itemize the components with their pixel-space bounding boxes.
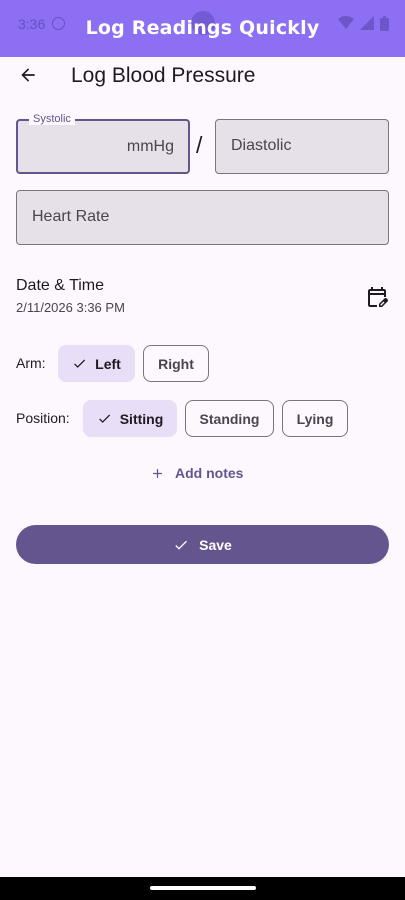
edit-date-time-button[interactable] xyxy=(364,284,390,310)
plus-icon xyxy=(153,468,162,478)
heart-rate-label: Heart Rate xyxy=(32,208,110,225)
banner-title: Log Readings Quickly xyxy=(85,17,320,39)
save-label: Save xyxy=(199,536,232,553)
date-time-label: Date & Time xyxy=(16,277,105,294)
top-banner: 3:36 Log Readings Quickly xyxy=(0,0,405,57)
arm-chip-left[interactable]: Left xyxy=(58,345,135,382)
check-icon xyxy=(175,540,188,550)
arrow-back-icon xyxy=(21,68,35,82)
position-chip-lying-label: Lying xyxy=(296,410,334,427)
home-gesture-handle[interactable] xyxy=(150,886,256,890)
diastolic-label: Diastolic xyxy=(231,137,292,154)
position-chip-sitting-label: Sitting xyxy=(119,410,164,427)
position-chip-standing[interactable]: Standing xyxy=(185,400,274,437)
check-icon xyxy=(72,356,87,371)
add-notes-label: Add notes xyxy=(175,465,244,481)
position-label: Position: xyxy=(16,410,70,426)
check-icon xyxy=(97,411,112,426)
pressure-separator: / xyxy=(196,132,203,158)
arm-chip-right[interactable]: Right xyxy=(143,345,209,382)
arm-chip-left-label: Left xyxy=(95,355,121,372)
position-chip-lying[interactable]: Lying xyxy=(282,400,348,437)
systolic-field[interactable]: Systolic mmHg xyxy=(16,113,190,174)
edit-calendar-icon xyxy=(368,287,388,307)
save-button[interactable]: Save xyxy=(16,525,389,564)
system-nav-bar xyxy=(0,877,405,900)
app-bar: Log Blood Pressure xyxy=(0,57,405,95)
arm-chip-right-label: Right xyxy=(158,355,194,372)
systolic-unit: mmHg xyxy=(126,138,174,155)
position-chip-standing-label: Standing xyxy=(199,410,260,427)
add-notes-button[interactable]: Add notes xyxy=(150,458,243,488)
position-chip-sitting[interactable]: Sitting xyxy=(83,400,177,437)
arm-label: Arm: xyxy=(16,355,46,371)
heart-rate-field[interactable]: Heart Rate xyxy=(16,190,389,245)
diastolic-field[interactable]: Diastolic xyxy=(215,119,389,174)
date-time-value: 2/11/2026 3:36 PM xyxy=(16,300,125,315)
systolic-label: Systolic xyxy=(29,113,75,125)
back-button[interactable] xyxy=(14,61,42,89)
page-title: Log Blood Pressure xyxy=(71,64,256,87)
